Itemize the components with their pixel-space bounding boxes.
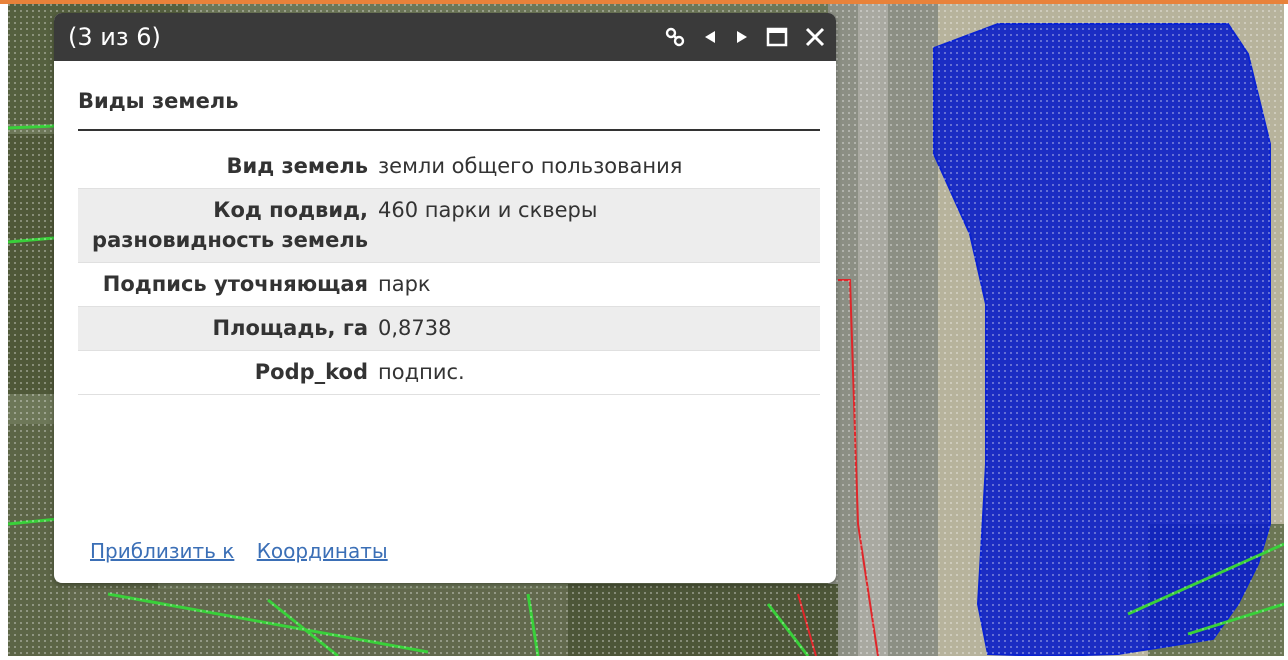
frame-bottom — [0, 656, 1288, 660]
frame-right — [1284, 4, 1288, 660]
maximize-icon[interactable] — [766, 26, 788, 48]
attribute-key: Подпись уточняющая — [78, 262, 378, 307]
close-icon[interactable] — [804, 26, 826, 48]
attribute-value: парк — [378, 262, 820, 307]
layer-title: Виды земель — [78, 89, 820, 131]
zoom-to-link[interactable]: Приблизить к — [90, 539, 234, 563]
link-icon[interactable] — [664, 26, 686, 48]
attribute-key: Podp_kod — [78, 350, 378, 395]
previous-arrow-icon[interactable] — [702, 29, 718, 45]
attribute-table: Вид земель земли общего пользования Код … — [78, 145, 820, 395]
frame-left — [0, 4, 8, 660]
attribute-row: Код подвид, разновидность земель 460 пар… — [78, 188, 820, 263]
popup-counter: (3 из 6) — [68, 23, 161, 51]
popup-header-icons — [664, 26, 826, 48]
attribute-value: земли общего пользования — [378, 145, 820, 189]
popup-header: (3 из 6) — [54, 13, 836, 61]
attribute-row: Вид земель земли общего пользования — [78, 145, 820, 189]
attribute-key: Вид земель — [78, 145, 378, 189]
attribute-row: Площадь, га 0,8738 — [78, 306, 820, 351]
feature-info-popup: (3 из 6) Виды земель Вид земель земли об… — [54, 13, 836, 583]
attribute-key: Код подвид, разновидность земель — [78, 188, 378, 263]
coordinates-link[interactable]: Координаты — [257, 539, 388, 563]
attribute-value: 0,8738 — [378, 306, 820, 351]
popup-actions: Приблизить к Координаты — [90, 539, 404, 563]
attribute-row: Подпись уточняющая парк — [78, 262, 820, 307]
attribute-key: Площадь, га — [78, 306, 378, 351]
attribute-row: Podp_kod подпис. — [78, 350, 820, 395]
attribute-value: подпис. — [378, 350, 820, 395]
attribute-value: 460 парки и скверы — [378, 188, 820, 263]
next-arrow-icon[interactable] — [734, 29, 750, 45]
popup-content: Виды земель Вид земель земли общего поль… — [54, 61, 836, 395]
